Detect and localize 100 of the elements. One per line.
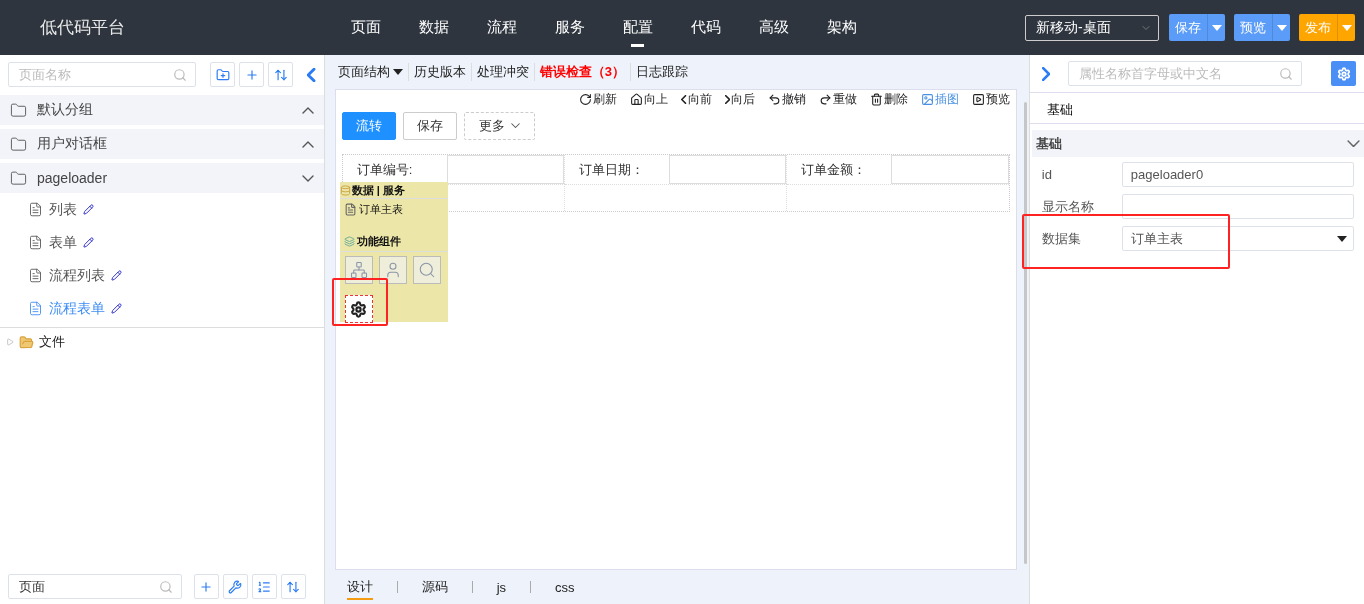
toolbar-action[interactable]: 重做	[818, 91, 857, 108]
collapse-icon[interactable]	[307, 67, 316, 82]
panel-tab[interactable]: 基础	[1029, 93, 1364, 124]
pencil-icon	[111, 303, 122, 314]
toolbar-tab[interactable]: 页面结构	[332, 63, 408, 81]
page-item[interactable]: 列表	[0, 193, 324, 226]
input-field[interactable]	[1121, 194, 1354, 219]
chevron-up-icon	[301, 140, 314, 148]
editor-tab[interactable]: css	[555, 575, 575, 599]
pencil-icon	[83, 237, 94, 248]
search-icon	[173, 67, 188, 82]
chevron-up-icon	[301, 106, 314, 114]
play-square-icon	[971, 93, 985, 106]
add-button[interactable]	[193, 574, 219, 599]
caret-icon	[392, 69, 403, 75]
property-label: id	[1041, 167, 1053, 182]
sort-icon	[274, 67, 288, 82]
page-item[interactable]: 表单	[0, 226, 324, 259]
folder-icon	[10, 101, 27, 119]
search-icon	[417, 261, 436, 279]
add-button[interactable]	[239, 62, 265, 87]
caret-icon	[1337, 235, 1347, 242]
toolbar-action[interactable]: 撤销	[767, 91, 806, 108]
page-icon	[28, 301, 43, 316]
highlight-frame	[331, 278, 388, 326]
nav-tab[interactable]: 流程	[468, 6, 536, 49]
page-icon	[28, 268, 43, 283]
dataset-item[interactable]: 订单主表	[339, 199, 448, 220]
pencil-icon	[111, 270, 122, 281]
toolbar-action[interactable]: 刷新	[579, 91, 618, 108]
redo-icon	[818, 93, 832, 106]
gear-icon	[350, 300, 368, 318]
user-tool[interactable]	[378, 256, 407, 284]
trash-icon	[869, 93, 883, 106]
refresh-icon	[579, 93, 593, 106]
form-button[interactable]: 保存	[402, 112, 457, 140]
select-field[interactable]: 订单主表	[1121, 226, 1354, 251]
nav-tab[interactable]: 服务	[536, 6, 604, 49]
settings-button[interactable]	[1331, 61, 1356, 86]
property-label: 数据集	[1041, 229, 1082, 248]
layers-icon	[343, 236, 355, 247]
nav-tab[interactable]: 架构	[808, 6, 876, 49]
gear-icon	[1336, 66, 1351, 81]
toolbar-action[interactable]: 预览	[971, 91, 1010, 108]
form-button[interactable]: 更多	[463, 112, 535, 140]
toolbar-action[interactable]: 删除	[869, 91, 908, 108]
caret-icon	[1276, 24, 1287, 31]
chevron-left-icon	[681, 95, 687, 104]
sort-icon	[286, 579, 301, 594]
nav-tab[interactable]: 页面	[332, 6, 400, 49]
toolbar-tab[interactable]: 历史版本	[407, 63, 471, 81]
nav-tab[interactable]: 高级	[740, 6, 808, 49]
nav-tab[interactable]: 代码	[672, 6, 740, 49]
sort-button[interactable]	[280, 574, 306, 599]
tree-node[interactable]: 文件	[0, 327, 324, 356]
list-order-button[interactable]	[251, 574, 277, 599]
plus-icon	[199, 579, 214, 594]
wrench-icon	[228, 579, 243, 594]
wrench-button[interactable]	[222, 574, 248, 599]
editor-tab[interactable]: js	[496, 575, 507, 599]
search-icon	[1279, 66, 1293, 81]
toolbar-action[interactable]: 向前	[681, 91, 712, 108]
expand-icon[interactable]	[1041, 66, 1050, 81]
chevron-down-icon	[1347, 139, 1360, 148]
new-folder-button[interactable]	[210, 62, 236, 87]
folder-icon	[10, 169, 27, 187]
editor-tab[interactable]: 设计	[346, 574, 373, 600]
editor-tab[interactable]: 源码	[421, 574, 448, 600]
toolbar-action[interactable]: 插图	[920, 91, 959, 108]
nav-tab[interactable]: 配置	[604, 6, 672, 49]
input-field[interactable]: pageloader0	[1121, 162, 1354, 187]
toolbar-tab[interactable]: 处理冲突	[470, 63, 534, 81]
property-label: 显示名称	[1041, 197, 1095, 216]
device-select[interactable]: 新移动-桌面	[1025, 14, 1159, 41]
database-icon	[339, 184, 351, 196]
group-header[interactable]: pageloader	[0, 163, 324, 193]
palette-section: 功能组件	[339, 220, 448, 252]
field-label: 订单日期：	[577, 161, 645, 179]
home-icon	[630, 93, 644, 106]
caret-icon	[1211, 24, 1222, 31]
input-field[interactable]	[890, 155, 1009, 184]
section-header[interactable]: 基础	[1031, 130, 1364, 157]
flowchart-tool[interactable]	[344, 256, 373, 284]
page-item[interactable]: 流程表单	[0, 292, 324, 325]
sort-button[interactable]	[268, 62, 294, 87]
search-field[interactable]: 页面	[8, 574, 182, 599]
nav-tab[interactable]: 数据	[400, 6, 468, 49]
toolbar-action[interactable]: 向上	[630, 91, 669, 108]
toolbar-action[interactable]: 向后	[724, 91, 755, 108]
input-field[interactable]	[668, 155, 786, 184]
input-field[interactable]	[446, 155, 564, 184]
search-tool[interactable]	[412, 256, 441, 284]
toolbar-tab[interactable]: 错误检查（3）	[533, 63, 630, 81]
group-header[interactable]: 默认分组	[0, 95, 324, 125]
page-item[interactable]: 流程列表	[0, 259, 324, 292]
toolbar-tab[interactable]: 日志跟踪	[629, 63, 693, 81]
document-icon	[343, 203, 357, 216]
gear-tool[interactable]	[344, 295, 373, 323]
chevron-right-icon	[724, 95, 730, 104]
group-header[interactable]: 用户对话框	[0, 129, 324, 159]
